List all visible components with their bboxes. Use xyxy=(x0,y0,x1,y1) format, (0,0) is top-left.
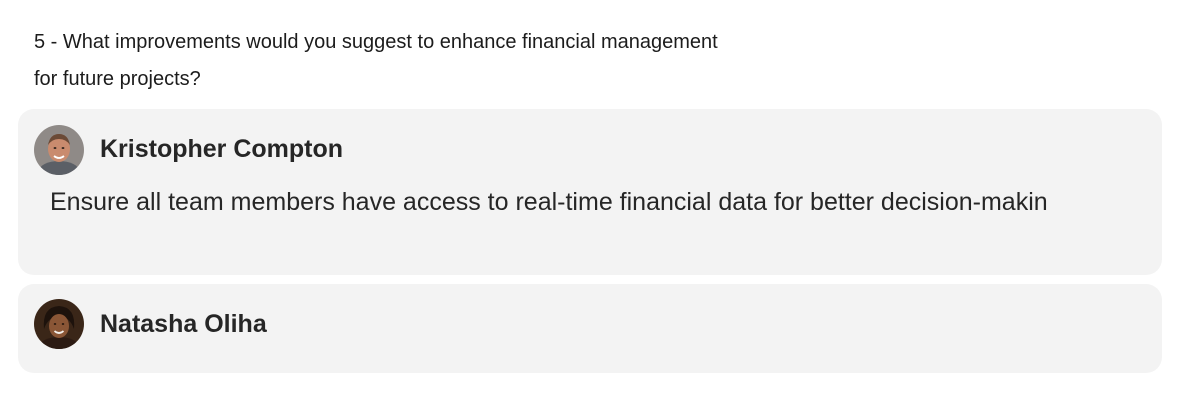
avatar-kristopher-icon xyxy=(34,125,84,175)
question-text: 5 - What improvements would you suggest … xyxy=(34,31,718,90)
respondent-name: Kristopher Compton xyxy=(100,135,344,163)
response-answer: Ensure all team members have access to r… xyxy=(50,188,1048,216)
avatar-natasha-icon xyxy=(34,299,84,349)
avatar xyxy=(34,299,84,349)
survey-page: 5 - What improvements would you suggest … xyxy=(0,0,1178,402)
response-card: Kristopher Compton Ensure all team membe… xyxy=(18,109,1162,275)
respondent-name: Natasha Oliha xyxy=(100,310,267,338)
response-card: Natasha Oliha xyxy=(18,284,1162,373)
avatar xyxy=(34,125,84,175)
